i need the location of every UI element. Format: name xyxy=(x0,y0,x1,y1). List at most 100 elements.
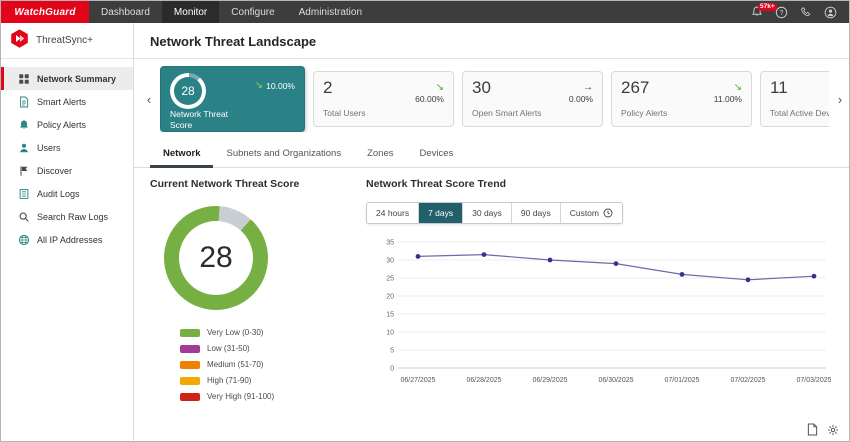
panel-title: Network Threat Score Trend xyxy=(366,178,833,190)
kpi-cards-track: 28 ↘ 10.00% Network Threat Score 2 ↘ 60.… xyxy=(160,66,829,132)
nav-item-monitor[interactable]: Monitor xyxy=(162,1,219,23)
threat-score-mini-gauge: 28 xyxy=(170,73,206,109)
svg-text:?: ? xyxy=(780,9,784,16)
legend-label: High (71-90) xyxy=(207,376,251,385)
sidebar-item-label: Search Raw Logs xyxy=(37,212,108,222)
export-report-icon[interactable] xyxy=(807,423,818,436)
top-navbar: WatchGuard Dashboard Monitor Configure A… xyxy=(1,1,849,23)
sidebar-item-label: Policy Alerts xyxy=(37,120,86,130)
nav-item-administration[interactable]: Administration xyxy=(287,1,374,23)
sidebar-item-policy-alerts[interactable]: Policy Alerts xyxy=(1,113,133,136)
globe-icon xyxy=(17,234,30,246)
svg-text:25: 25 xyxy=(386,276,394,283)
range-24-hours-button[interactable]: 24 hours xyxy=(367,203,419,223)
support-phone-icon[interactable] xyxy=(800,6,812,18)
legend-item: High (71-90) xyxy=(180,376,362,385)
account-user-icon[interactable] xyxy=(824,6,837,19)
legend-item: Low (31-50) xyxy=(180,344,362,353)
svg-text:5: 5 xyxy=(390,348,394,355)
notification-count-badge: 57k+ xyxy=(758,3,777,11)
svg-text:15: 15 xyxy=(386,312,394,319)
sidebar-item-users[interactable]: Users xyxy=(1,136,133,159)
notifications-bell-icon[interactable]: 57k+ xyxy=(751,6,763,18)
svg-text:07/01/2025: 07/01/2025 xyxy=(664,377,699,384)
threat-score-legend: Very Low (0-30) Low (31-50) Medium (51-7… xyxy=(180,328,362,401)
threatsync-title: ThreatSync+ xyxy=(36,35,93,46)
legend-swatch xyxy=(180,377,200,385)
main-content: Network Threat Landscape ‹ 28 ↘ 10.00% N… xyxy=(134,23,849,441)
range-custom-button[interactable]: Custom xyxy=(561,203,622,223)
card-delta: ↘ 60.00% xyxy=(415,83,444,104)
sidebar-item-network-summary[interactable]: Network Summary xyxy=(1,67,133,90)
range-30-days-button[interactable]: 30 days xyxy=(463,203,512,223)
sidebar-item-audit-logs[interactable]: Audit Logs xyxy=(1,182,133,205)
legend-label: Low (31-50) xyxy=(207,344,250,353)
range-7-days-button[interactable]: 7 days xyxy=(419,203,463,223)
threatsync-logo-icon xyxy=(9,28,30,54)
page-title: Network Threat Landscape xyxy=(134,23,849,58)
kpi-cards-carousel: ‹ 28 ↘ 10.00% Network Threat Score 2 xyxy=(134,59,849,139)
view-tabs: Network Subnets and Organizations Zones … xyxy=(134,139,849,168)
card-label: Total Users xyxy=(323,108,403,119)
sidebar-item-label: Discover xyxy=(37,166,72,176)
carousel-prev-icon[interactable]: ‹ xyxy=(142,92,156,107)
legend-item: Medium (51-70) xyxy=(180,360,362,369)
threat-score-delta: ↘ 10.00% xyxy=(255,81,295,91)
card-open-smart-alerts[interactable]: 30 → 0.00% Open Smart Alerts xyxy=(462,71,603,127)
svg-text:06/29/2025: 06/29/2025 xyxy=(532,377,567,384)
svg-text:07/02/2025: 07/02/2025 xyxy=(730,377,765,384)
card-total-active-devices[interactable]: 11 Total Active Devices xyxy=(760,71,829,127)
threat-score-donut-chart: 28 xyxy=(164,206,268,310)
sidebar-item-label: All IP Addresses xyxy=(37,235,102,245)
search-icon xyxy=(17,211,30,223)
dashboard-panels: Current Network Threat Score 28 Very Low… xyxy=(134,168,849,441)
help-icon[interactable]: ? xyxy=(775,6,788,19)
card-network-threat-score[interactable]: 28 ↘ 10.00% Network Threat Score xyxy=(160,66,305,132)
sidebar-item-label: Audit Logs xyxy=(37,189,80,199)
delta-percent: 0.00% xyxy=(569,95,593,104)
settings-gear-icon[interactable] xyxy=(827,424,839,436)
nav-item-dashboard[interactable]: Dashboard xyxy=(89,1,162,23)
card-value: 11 xyxy=(770,79,829,96)
sidebar-item-label: Smart Alerts xyxy=(37,97,86,107)
sidebar-item-discover[interactable]: Discover xyxy=(1,159,133,182)
svg-text:30: 30 xyxy=(386,258,394,265)
sidebar-item-smart-alerts[interactable]: Smart Alerts xyxy=(1,90,133,113)
tab-devices[interactable]: Devices xyxy=(407,141,467,168)
document-icon xyxy=(17,96,30,108)
svg-text:0: 0 xyxy=(390,366,394,373)
card-label: Open Smart Alerts xyxy=(472,108,552,119)
app-window: WatchGuard Dashboard Monitor Configure A… xyxy=(0,0,850,442)
range-90-days-button[interactable]: 90 days xyxy=(512,203,561,223)
carousel-next-icon[interactable]: › xyxy=(833,92,847,107)
svg-text:20: 20 xyxy=(386,294,394,301)
svg-text:10: 10 xyxy=(386,330,394,337)
tab-network[interactable]: Network xyxy=(150,141,213,168)
navbar-utility-icons: 57k+ ? xyxy=(751,1,849,23)
delta-percent: 60.00% xyxy=(415,95,444,104)
legend-label: Very High (91-100) xyxy=(207,392,274,401)
nav-item-configure[interactable]: Configure xyxy=(219,1,286,23)
threat-score-trend-panel: Network Threat Score Trend 24 hours 7 da… xyxy=(362,178,833,441)
trend-flat-icon: → xyxy=(583,83,593,93)
card-total-users[interactable]: 2 ↘ 60.00% Total Users xyxy=(313,71,454,127)
sidebar-item-label: Network Summary xyxy=(37,74,116,84)
sidebar-item-all-ip-addresses[interactable]: All IP Addresses xyxy=(1,228,133,251)
card-policy-alerts[interactable]: 267 ↘ 11.00% Policy Alerts xyxy=(611,71,752,127)
sidebar-menu: Network Summary Smart Alerts Policy Aler… xyxy=(1,59,133,251)
trend-down-icon: ↘ xyxy=(255,81,263,91)
sidebar-item-search-raw-logs[interactable]: Search Raw Logs xyxy=(1,205,133,228)
watchguard-logo[interactable]: WatchGuard xyxy=(1,1,89,23)
svg-text:06/30/2025: 06/30/2025 xyxy=(598,377,633,384)
svg-text:06/27/2025: 06/27/2025 xyxy=(400,377,435,384)
range-custom-label: Custom xyxy=(570,209,599,218)
trend-down-icon: ↘ xyxy=(734,83,742,93)
log-list-icon xyxy=(17,188,30,200)
legend-swatch xyxy=(180,361,200,369)
user-icon xyxy=(17,142,30,154)
card-delta: → 0.00% xyxy=(569,83,593,104)
tab-zones[interactable]: Zones xyxy=(354,141,406,168)
svg-text:35: 35 xyxy=(386,240,394,247)
tab-subnets-and-organizations[interactable]: Subnets and Organizations xyxy=(213,141,354,168)
legend-swatch xyxy=(180,345,200,353)
